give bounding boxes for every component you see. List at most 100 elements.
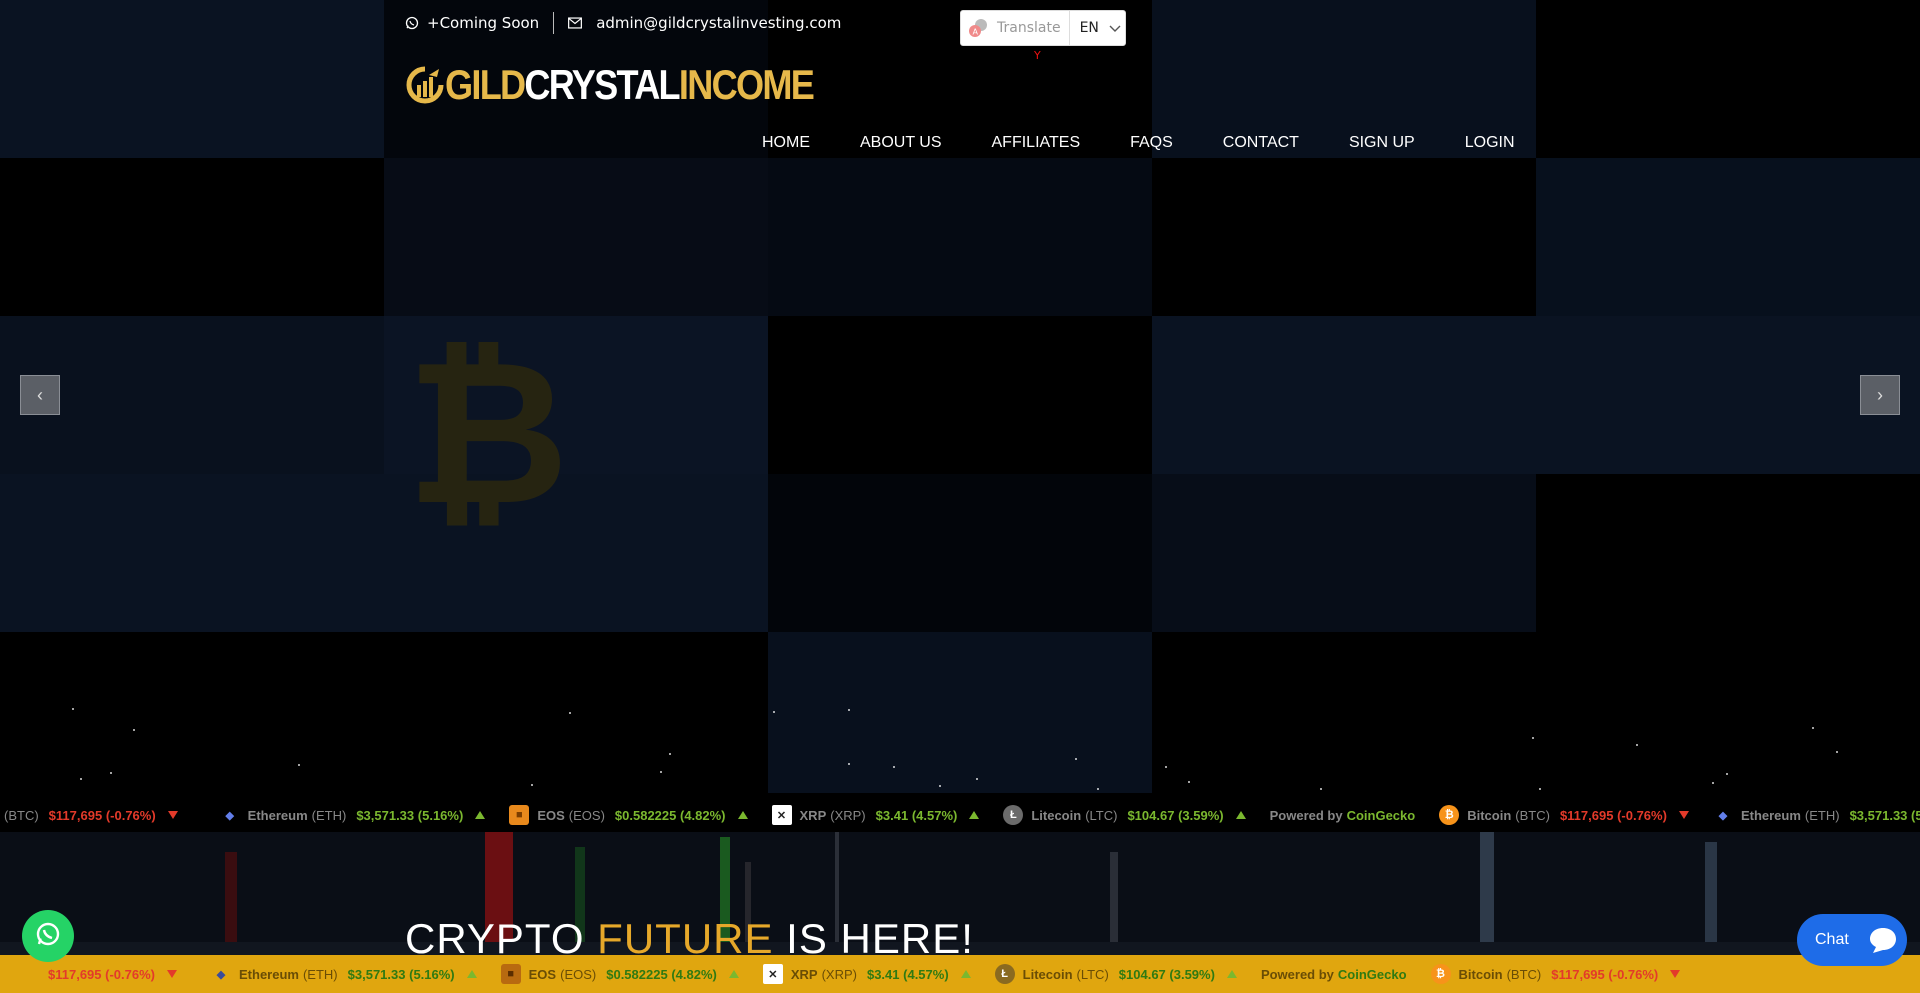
logo-gild: GILD (445, 61, 526, 108)
ticker-symbol: (ETH) (1804, 807, 1840, 823)
bitcoin-icon: ₿ (1430, 964, 1451, 984)
ticker-symbol: (XRP) (821, 966, 857, 982)
bg-tile (768, 158, 1152, 316)
ticker-item-xrp[interactable]: ✕ XRP (XRP) $3.41 (4.57%) (762, 964, 971, 984)
language-select[interactable]: EN (1070, 20, 1099, 36)
topbar-divider (553, 12, 555, 34)
eos-icon: ■ (509, 805, 530, 825)
ticker-item-btc-partial[interactable]: $117,695 (-0.76%) (48, 967, 177, 982)
ticker-price: $0.582225 (606, 966, 668, 982)
ticker-change: (4.82%) (671, 966, 717, 982)
chevron-left-icon: ‹ (37, 384, 43, 405)
bg-tile (384, 632, 768, 793)
ticker-item-eth[interactable]: ◆ Ethereum (ETH) $3,571.33 (5.16%) (1713, 805, 1920, 825)
translate-widget[interactable]: A Translate EN (960, 10, 1126, 46)
ticker-price: $3,571.33 (347, 966, 406, 982)
ticker-name: Ethereum (1740, 807, 1801, 823)
ticker-symbol: (EOS) (560, 966, 597, 982)
ticker-name: Ethereum (239, 966, 299, 982)
ticker-change: (3.59%) (1169, 966, 1215, 982)
ticker-item-eos[interactable]: ■ EOS (EOS) $0.582225 (4.82%) (500, 964, 739, 984)
xrp-icon: ✕ (762, 964, 783, 984)
translate-marker: Y (1034, 49, 1041, 62)
bg-tile (768, 474, 1152, 632)
ticker-price: $3,571.33 (356, 807, 415, 823)
ticker-price: $0.582225 (614, 807, 677, 823)
chat-button[interactable]: Chat (1797, 914, 1907, 966)
bitcoin-icon: ₿ (1439, 805, 1460, 825)
ticker-item-eth[interactable]: ◆ Ethereum (ETH) $3,571.33 (5.16%) (211, 964, 477, 984)
bg-tile (384, 158, 768, 316)
ticker-name: Bitcoin (1467, 807, 1512, 823)
ticker-symbol: (LTC) (1085, 807, 1118, 823)
up-arrow-icon (475, 811, 486, 819)
whatsapp-button[interactable] (22, 910, 74, 962)
ticker-price: $104.67 (1127, 807, 1175, 823)
ticker-name: Litecoin (1022, 966, 1073, 982)
chart-backdrop-bar (1480, 832, 1494, 955)
ticker-price: $117,695 (1559, 807, 1614, 823)
ticker-name: Bitcoin (1458, 966, 1503, 982)
ticker-item-ltc[interactable]: Ł Litecoin (LTC) $104.67 (3.59%) (994, 964, 1237, 984)
chart-backdrop-bar (225, 852, 237, 955)
bg-tile (1152, 316, 1536, 474)
email-text: admin@gildcrystalinvesting.com (596, 14, 842, 32)
bg-tile (1536, 158, 1920, 316)
ticker-symbol: (BTC) (1506, 966, 1542, 982)
slider-next-button[interactable]: › (1860, 375, 1900, 415)
ticker-item-xrp[interactable]: ✕ XRP (XRP) $3.41 (4.57%) (771, 805, 980, 825)
down-arrow-icon (1678, 811, 1689, 819)
up-arrow-icon (728, 970, 739, 978)
nav-contact[interactable]: CONTACT (1198, 132, 1324, 154)
ticker-item-ltc[interactable]: Ł Litecoin (LTC) $104.67 (3.59%) (1003, 805, 1246, 825)
ticker-item-eth[interactable]: ◆ Ethereum (ETH) $3,571.33 (5.16%) (220, 805, 486, 825)
envelope-icon (568, 16, 583, 30)
nav-about-us[interactable]: ABOUT US (835, 132, 967, 154)
bg-tile (1152, 474, 1536, 632)
bg-tile (0, 158, 384, 316)
xrp-icon: ✕ (771, 805, 792, 825)
ticker-item-eos[interactable]: ■ EOS (EOS) $0.582225 (4.82%) (509, 805, 748, 825)
nav-login[interactable]: LOGIN (1440, 132, 1540, 154)
ethereum-icon: ◆ (225, 809, 234, 822)
ticker-item-btc[interactable]: ₿ Bitcoin (BTC) $117,695 (-0.76%) (1430, 964, 1681, 984)
email-contact[interactable]: admin@gildcrystalinvesting.com (568, 14, 841, 32)
ticker-change: (5.16%) (409, 966, 455, 982)
coingecko-link[interactable]: CoinGecko (1338, 967, 1407, 982)
up-arrow-icon (1226, 970, 1237, 978)
nav-affiliates[interactable]: AFFILIATES (967, 132, 1106, 154)
bg-tile (0, 632, 384, 793)
bg-tile (1536, 474, 1920, 632)
logo-mark-icon (405, 65, 445, 105)
ticker-change: (5.16%) (417, 807, 464, 823)
nav-sign-up[interactable]: SIGN UP (1324, 132, 1440, 154)
ticker-name: EOS (528, 966, 557, 982)
contact-topbar: +Coming Soon admin@gildcrystalinvesting.… (405, 12, 841, 34)
bitcoin-watermark-icon: ₿ (406, 317, 569, 550)
site-logo[interactable]: GILDCRYSTALINCOME (405, 61, 873, 108)
slider-prev-button[interactable]: ‹ (20, 375, 60, 415)
ticker-item-btc[interactable]: ₿ Bitcoin (BTC) $117,695 (-0.76%) (1439, 805, 1689, 825)
coingecko-link[interactable]: CoinGecko (1347, 808, 1416, 823)
bg-tile (1152, 158, 1536, 316)
ticker-price: $3.41 (875, 807, 909, 823)
ticker-powered-by[interactable]: Powered by CoinGecko (1261, 967, 1407, 982)
ethereum-icon: ◆ (1718, 809, 1728, 822)
chart-backdrop-bar (1110, 852, 1118, 955)
ticker-item-btc-partial[interactable]: (BTC) $117,695 (-0.76%) (4, 808, 178, 823)
phone-contact[interactable]: +Coming Soon (405, 14, 539, 32)
ticker-powered-by[interactable]: Powered by CoinGecko (1270, 808, 1416, 823)
ticker-change: (-0.76%) (1617, 807, 1667, 823)
nav-faqs[interactable]: FAQS (1105, 132, 1198, 154)
ticker-name: Ethereum (247, 807, 308, 823)
chevron-down-icon[interactable] (1109, 20, 1121, 36)
ticker-change: (5.16%) (1911, 807, 1920, 823)
ticker-symbol: (XRP) (830, 807, 866, 823)
phone-text: +Coming Soon (427, 14, 540, 32)
logo-crystal: CRYSTAL (524, 61, 680, 108)
ticker-symbol: (ETH) (302, 966, 338, 982)
ticker-symbol: (EOS) (568, 807, 605, 823)
ticker-symbol: (BTC) (4, 807, 39, 823)
ticker-change: (4.57%) (903, 966, 949, 982)
nav-home[interactable]: HOME (762, 132, 835, 154)
